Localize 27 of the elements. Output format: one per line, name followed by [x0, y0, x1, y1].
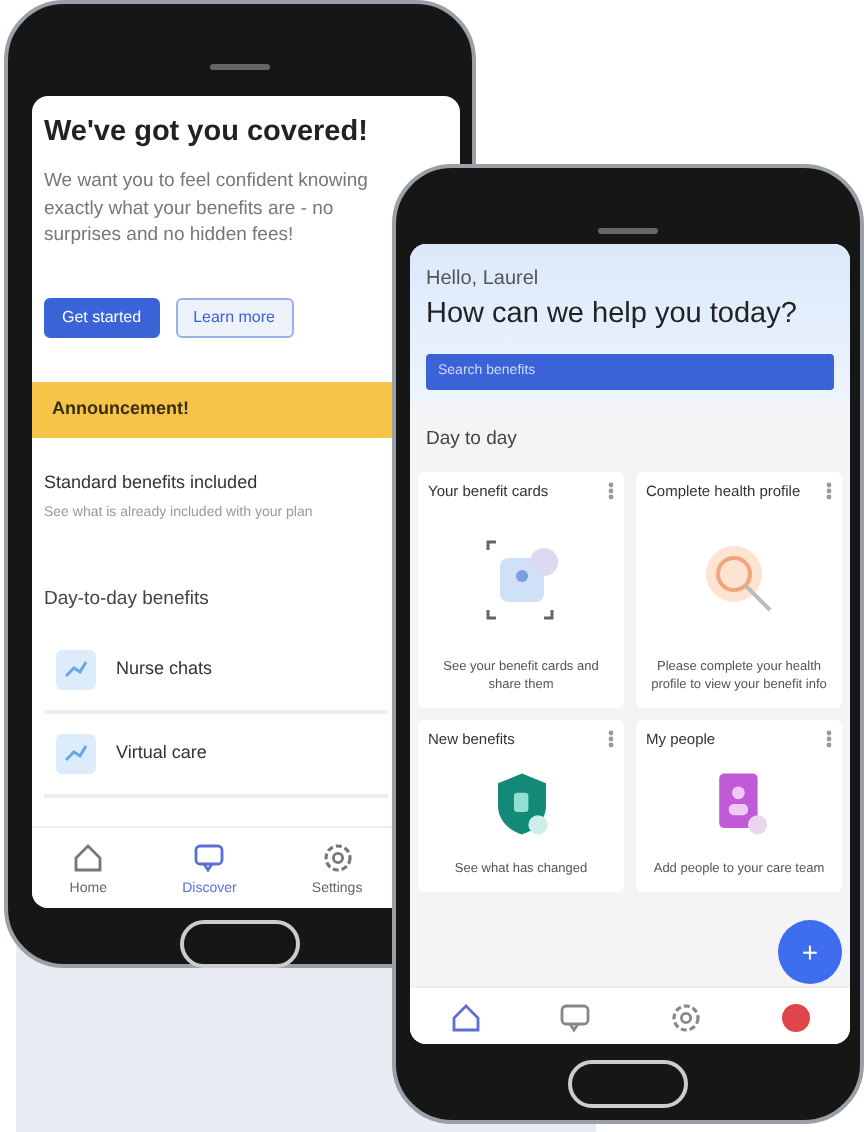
more-icon — [826, 729, 832, 747]
home-button[interactable] — [568, 1060, 688, 1108]
more-icon — [608, 481, 614, 499]
speaker-grille — [598, 228, 658, 234]
home-icon — [70, 839, 107, 875]
card-title: Standard benefits included — [44, 469, 260, 496]
secondary-button[interactable]: Learn more — [175, 298, 293, 339]
settings-icon — [319, 839, 356, 875]
benefit-label: Nurse chats — [116, 656, 213, 683]
chart-icon — [56, 649, 96, 690]
chart-icon — [56, 733, 96, 774]
add-button[interactable]: + — [778, 920, 842, 984]
screen-title: We've got you covered! — [44, 114, 370, 152]
benefit-row[interactable]: Virtual care — [44, 713, 388, 798]
chat-icon — [191, 839, 228, 875]
section-heading: Day-to-day benefits — [44, 585, 211, 614]
speaker-grille — [210, 64, 270, 70]
benefit-label: Virtual care — [116, 740, 207, 767]
benefit-row[interactable]: Nurse chats — [44, 629, 388, 714]
home-button[interactable] — [180, 920, 300, 968]
intro-text: We want you to feel confident knowing exactly what your benefits are - no surprises and no hidden fees! — [44, 167, 370, 251]
page-title: How can we help you today? — [426, 296, 799, 334]
section-heading: Day to day — [424, 426, 519, 455]
primary-button[interactable]: Get started — [44, 298, 160, 339]
more-icon — [826, 481, 832, 499]
greeting-text: Hello, Laurel — [426, 266, 541, 294]
more-icon — [608, 729, 614, 747]
